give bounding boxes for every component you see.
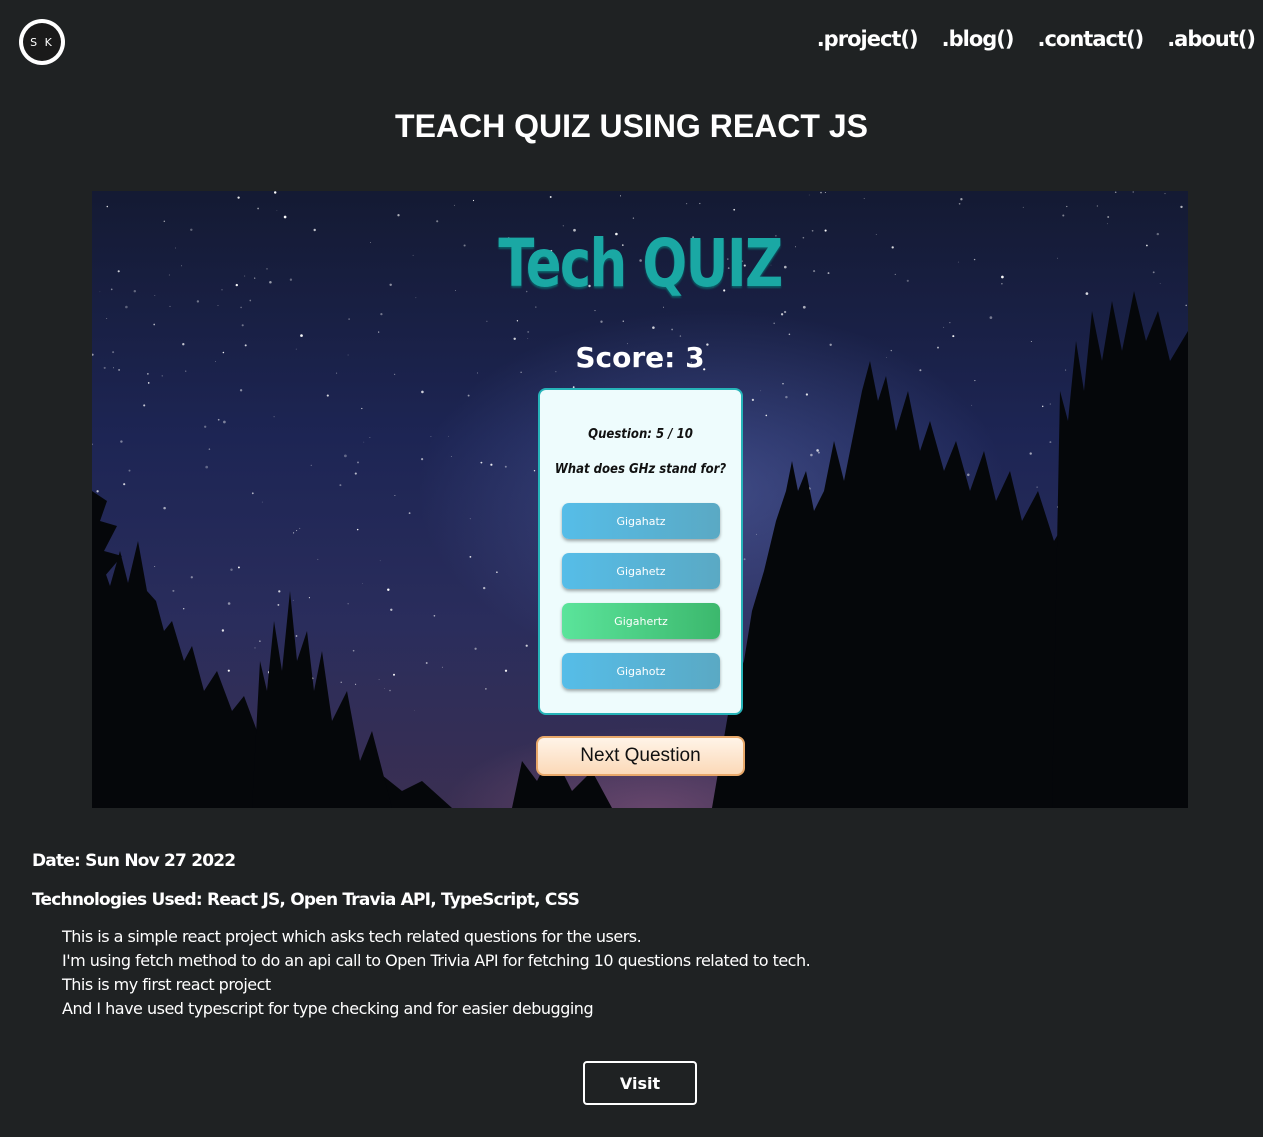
nav-about[interactable]: .about() [1167, 27, 1256, 51]
project-date: Date: Sun Nov 27 2022 [32, 851, 236, 871]
description-line: This is a simple react project which ask… [62, 927, 642, 946]
nav-contact[interactable]: .contact() [1038, 27, 1145, 51]
description-line: I'm using fetch method to do an api call… [62, 951, 811, 970]
description-line: This is my first react project [62, 975, 271, 994]
project-screenshot: Tech QUIZ Score: 3 Question: 5 / 10 What… [92, 191, 1188, 808]
answer-button[interactable]: Gigahatz [562, 503, 720, 539]
next-question-button[interactable]: Next Question [536, 736, 745, 776]
answer-button[interactable]: Gigahotz [562, 653, 720, 689]
answer-button-correct[interactable]: Gigahertz [562, 603, 720, 639]
visit-button[interactable]: Visit [583, 1061, 697, 1105]
logo[interactable]: S K [19, 19, 65, 65]
project-description: This is a simple react project which ask… [62, 925, 811, 1021]
description-line: And I have used typescript for type chec… [62, 999, 594, 1018]
quiz-app-title: Tech QUIZ [498, 225, 783, 302]
answer-button[interactable]: Gigahetz [562, 553, 720, 589]
technologies-used: Technologies Used: React JS, Open Travia… [32, 890, 580, 910]
nav-project[interactable]: .project() [817, 27, 919, 51]
question-card: Question: 5 / 10 What does GHz stand for… [538, 388, 743, 715]
nav-blog[interactable]: .blog() [942, 27, 1015, 51]
main-nav: .project() .blog() .contact() .about() [817, 27, 1256, 51]
question-number: Question: 5 / 10 [588, 427, 693, 442]
logo-text: S K [23, 23, 61, 61]
quiz-score: Score: 3 [575, 341, 705, 374]
page-title: TEACH QUIZ USING REACT JS [395, 108, 868, 144]
question-text: What does GHz stand for? [554, 462, 727, 477]
